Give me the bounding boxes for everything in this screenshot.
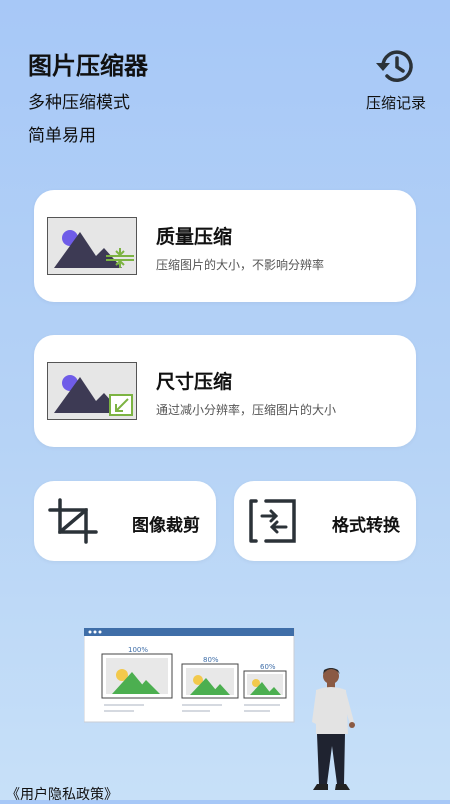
quality-compress-desc: 压缩图片的大小，不影响分辨率 bbox=[156, 258, 325, 272]
format-convert-icon bbox=[249, 499, 296, 543]
subtitle-easy: 简单易用 bbox=[28, 126, 96, 146]
size-compress-desc: 通过减小分辨率，压缩图片的大小 bbox=[156, 403, 337, 417]
privacy-policy-link[interactable]: 《用户隐私政策》 bbox=[6, 784, 118, 804]
app-title: 图片压缩器 bbox=[28, 52, 148, 80]
format-convert-card[interactable]: 格式转换 bbox=[234, 481, 416, 561]
person-illustration bbox=[312, 668, 355, 790]
subtitle-modes: 多种压缩模式 bbox=[28, 93, 130, 113]
compression-illustration: 100% 80% 60% bbox=[84, 628, 295, 723]
crop-label: 图像裁剪 bbox=[132, 516, 200, 536]
history-button[interactable]: 压缩记录 bbox=[358, 46, 434, 113]
format-convert-label: 格式转换 bbox=[332, 516, 400, 536]
pct-80: 80% bbox=[203, 656, 219, 664]
history-label: 压缩记录 bbox=[365, 94, 426, 112]
size-compress-title: 尺寸压缩 bbox=[156, 371, 233, 393]
quality-compress-icon bbox=[47, 217, 137, 275]
size-compress-icon bbox=[47, 362, 137, 420]
pct-60: 60% bbox=[260, 663, 276, 671]
crop-icon bbox=[48, 498, 98, 544]
quality-compress-card[interactable]: 质量压缩 压缩图片的大小，不影响分辨率 bbox=[34, 190, 416, 302]
pct-100: 100% bbox=[128, 646, 148, 654]
quality-compress-title: 质量压缩 bbox=[156, 226, 233, 248]
history-icon bbox=[376, 50, 413, 82]
crop-card[interactable]: 图像裁剪 bbox=[34, 481, 216, 561]
size-compress-card[interactable]: 尺寸压缩 通过减小分辨率，压缩图片的大小 bbox=[34, 335, 416, 447]
